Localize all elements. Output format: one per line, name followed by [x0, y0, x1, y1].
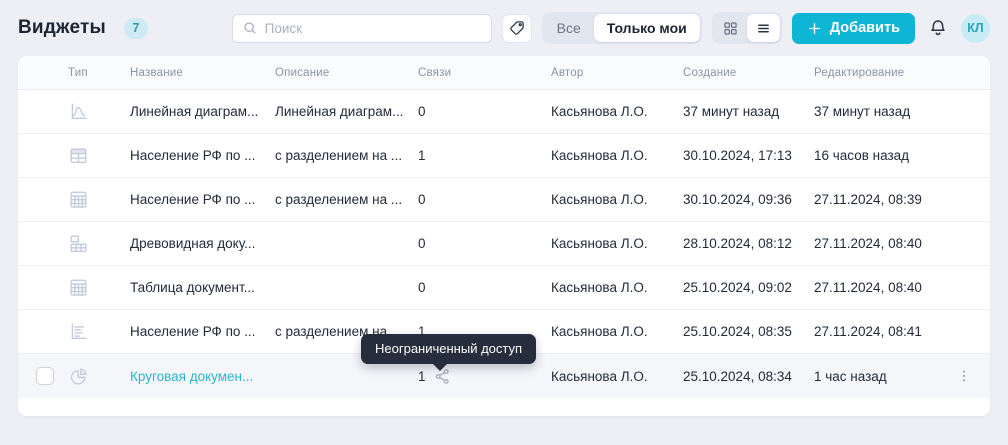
- widget-edited: 16 часов назад: [814, 148, 944, 163]
- kebab-menu-icon: [956, 368, 972, 384]
- table-row[interactable]: Таблица документ... 0 Касьянова Л.О. 25.…: [18, 266, 990, 310]
- widget-edited: 27.11.2024, 08:40: [814, 280, 944, 295]
- tree-table-icon: [68, 233, 89, 254]
- row-checkbox[interactable]: [36, 367, 54, 385]
- grid-view-icon: [722, 20, 739, 37]
- widget-name: Древовидная доку...: [130, 236, 275, 251]
- grid-table-icon: [68, 189, 89, 210]
- bar-chart-icon: [68, 321, 89, 342]
- add-widget-button[interactable]: Добавить: [792, 13, 915, 44]
- column-header-name: Название: [130, 67, 275, 79]
- widget-description: Линейная диаграм...: [275, 104, 418, 119]
- widget-name: Таблица документ...: [130, 280, 275, 295]
- pie-chart-icon: [68, 366, 89, 387]
- widget-created: 30.10.2024, 17:13: [683, 148, 814, 163]
- widget-name: Население РФ по ...: [130, 192, 275, 207]
- search-input[interactable]: [265, 21, 482, 36]
- column-header-author: Автор: [551, 67, 683, 79]
- grid-table-icon: [68, 277, 89, 298]
- widget-author: Касьянова Л.О.: [551, 324, 683, 339]
- column-header-created: Создание: [683, 67, 814, 79]
- page-title: Виджеты: [18, 17, 106, 39]
- row-menu-button[interactable]: [944, 368, 984, 384]
- column-header-description: Описание: [275, 67, 418, 79]
- search-icon: [242, 20, 258, 36]
- top-bar: Виджеты 7 Все Только мои Добавит: [0, 0, 1008, 56]
- plus-icon: [807, 21, 822, 36]
- table-row[interactable]: Линейная диаграм... Линейная диаграм... …: [18, 90, 990, 134]
- ownership-filter-toggle: Все Только мои: [542, 12, 702, 44]
- widget-author: Касьянова Л.О.: [551, 148, 683, 163]
- widget-author: Касьянова Л.О.: [551, 192, 683, 207]
- widget-name: Население РФ по ...: [130, 148, 275, 163]
- list-view-button[interactable]: [747, 14, 780, 42]
- widget-description: с разделением на ...: [275, 192, 418, 207]
- access-tooltip: Неограниченный доступ: [361, 334, 536, 364]
- widget-author: Касьянова Л.О.: [551, 280, 683, 295]
- widget-name: Население РФ по ...: [130, 324, 275, 339]
- table-icon: [68, 145, 89, 166]
- filter-option-all[interactable]: Все: [544, 14, 594, 42]
- bell-icon: [928, 18, 948, 38]
- table-row[interactable]: Население РФ по ... с разделением на ...…: [18, 134, 990, 178]
- widget-links-count: 0: [418, 192, 426, 207]
- widget-name: Круговая докумен...: [130, 369, 275, 384]
- widgets-count-badge: 7: [124, 18, 148, 39]
- widget-links-count: 0: [418, 280, 426, 295]
- widget-description: с разделением на ...: [275, 148, 418, 163]
- widget-created: 25.10.2024, 08:35: [683, 324, 814, 339]
- table-row[interactable]: Древовидная доку... 0 Касьянова Л.О. 28.…: [18, 222, 990, 266]
- tag-icon: [508, 19, 526, 37]
- widget-name: Линейная диаграм...: [130, 104, 275, 119]
- column-header-type: Тип: [68, 67, 130, 79]
- widget-created: 25.10.2024, 08:34: [683, 369, 814, 384]
- notifications-button[interactable]: [928, 18, 948, 38]
- filter-option-only-mine[interactable]: Только мои: [594, 14, 700, 42]
- widget-edited: 37 минут назад: [814, 104, 944, 119]
- grid-view-button[interactable]: [714, 14, 747, 42]
- tags-filter-button[interactable]: [502, 14, 532, 43]
- widget-created: 37 минут назад: [683, 104, 814, 119]
- widget-edited: 27.11.2024, 08:40: [814, 236, 944, 251]
- widget-created: 25.10.2024, 09:02: [683, 280, 814, 295]
- widget-links-count: 0: [418, 236, 426, 251]
- widget-author: Касьянова Л.О.: [551, 104, 683, 119]
- list-view-icon: [755, 20, 772, 37]
- view-mode-toggle: [712, 12, 782, 44]
- widget-edited: 1 час назад: [814, 369, 944, 384]
- widget-created: 28.10.2024, 08:12: [683, 236, 814, 251]
- widget-links-count: 0: [418, 104, 426, 119]
- table-row[interactable]: Население РФ по ... с разделением на ...…: [18, 178, 990, 222]
- widget-created: 30.10.2024, 09:36: [683, 192, 814, 207]
- column-header-links: Связи: [418, 67, 551, 79]
- search-box[interactable]: [232, 14, 492, 43]
- user-avatar[interactable]: КЛ: [961, 14, 990, 43]
- widget-links-count: 1: [418, 148, 426, 163]
- column-header-edited: Редактирование: [814, 67, 944, 79]
- widget-author: Касьянова Л.О.: [551, 369, 683, 384]
- widget-links-count: 1: [418, 369, 426, 384]
- table-header-row: Тип Название Описание Связи Автор Создан…: [18, 56, 990, 90]
- widget-edited: 27.11.2024, 08:41: [814, 324, 944, 339]
- widget-edited: 27.11.2024, 08:39: [814, 192, 944, 207]
- line-chart-icon: [68, 101, 89, 122]
- widget-author: Касьянова Л.О.: [551, 236, 683, 251]
- add-button-label: Добавить: [830, 20, 900, 36]
